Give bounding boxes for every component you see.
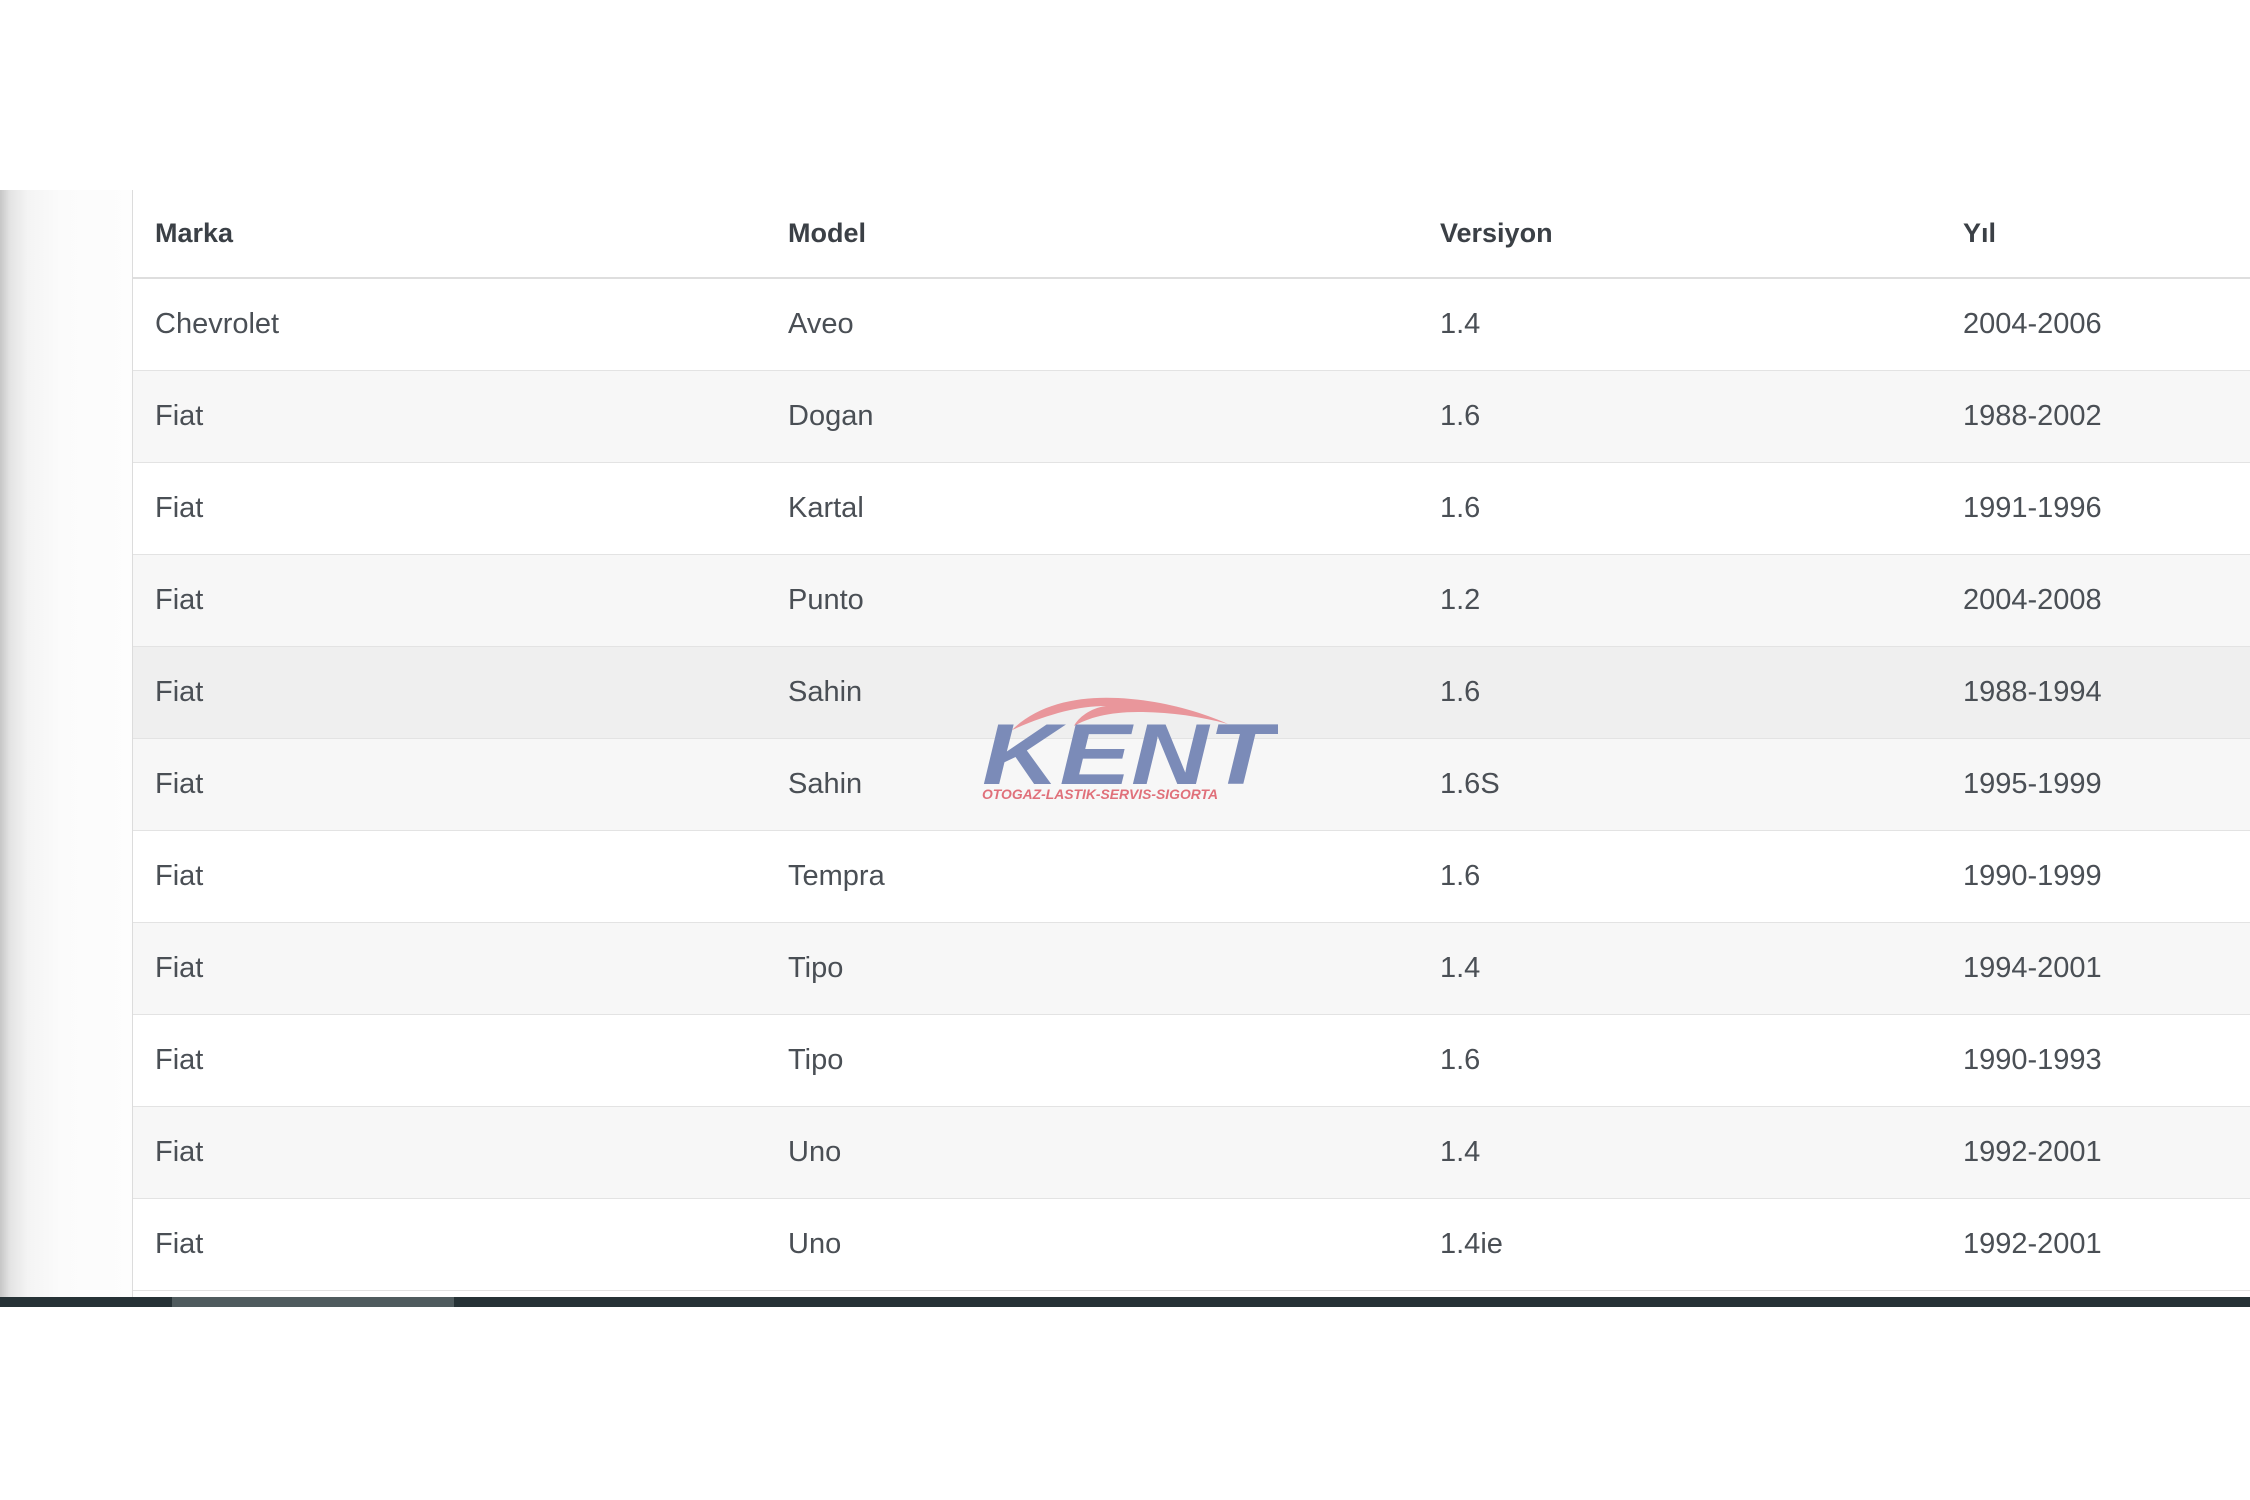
table-cell-model: Kartal	[766, 462, 1418, 555]
table-cell-yil: 1990-1993	[1941, 1014, 2250, 1107]
table-cell-marka: Fiat	[133, 738, 766, 831]
table-row[interactable]: Fiat Kartal 1.6 1991-1996	[133, 462, 2250, 555]
column-header-versiyon: Versiyon	[1418, 190, 1941, 279]
table-cell-versiyon: 1.6	[1418, 370, 1941, 463]
table-cell-versiyon: 1.6	[1418, 462, 1941, 555]
table-cell-yil: 1988-1994	[1941, 646, 2250, 739]
table-cell-marka: Chevrolet	[133, 278, 766, 371]
table-cell-model: Punto	[766, 554, 1418, 647]
table-row[interactable]: Fiat Uno 1.4ie 1992-2001	[133, 1198, 2250, 1291]
table-cell-model: Aveo	[766, 278, 1418, 371]
table-cell-model: Dogan	[766, 370, 1418, 463]
table-row[interactable]: Fiat Dogan 1.6 1988-2002	[133, 370, 2250, 463]
table-cell-marka: Fiat	[133, 1106, 766, 1199]
table-cell-marka: Fiat	[133, 922, 766, 1015]
table-cell-versiyon: 1.2	[1418, 554, 1941, 647]
table-header-row: Marka Model Versiyon Yıl	[133, 190, 2250, 279]
table-cell-model: Uno	[766, 1198, 1418, 1291]
table-cell-yil: 1991-1996	[1941, 462, 2250, 555]
table-row[interactable]: Fiat Tipo 1.4 1994-2001	[133, 922, 2250, 1015]
table-cell-versiyon: 1.6	[1418, 1014, 1941, 1107]
column-header-model: Model	[766, 190, 1418, 279]
table-cell-yil: 1995-1999	[1941, 738, 2250, 831]
table-row[interactable]: Fiat Uno 1.4 1992-2001	[133, 1106, 2250, 1199]
table-cell-marka: Fiat	[133, 1014, 766, 1107]
table-cell-versiyon: 1.4	[1418, 1106, 1941, 1199]
table-row[interactable]: Chevrolet Aveo 1.4 2004-2006	[133, 278, 2250, 371]
table-cell-marka: Fiat	[133, 646, 766, 739]
table-cell-model: Tipo	[766, 1014, 1418, 1107]
table-cell-marka: Fiat	[133, 462, 766, 555]
kent-watermark-logo: KENT OTOGAZ-LASTIK-SERVIS-SIGORTA	[978, 690, 1278, 805]
table-cell-model: Tipo	[766, 922, 1418, 1015]
table-cell-versiyon: 1.6	[1418, 830, 1941, 923]
table-row[interactable]: Fiat Punto 1.2 2004-2008	[133, 554, 2250, 647]
column-header-marka: Marka	[133, 190, 766, 279]
page-left-shadow	[0, 190, 132, 1302]
table-cell-versiyon: 1.4	[1418, 278, 1941, 371]
brand-tagline: OTOGAZ-LASTIK-SERVIS-SIGORTA	[982, 786, 1218, 802]
table-cell-model: Tempra	[766, 830, 1418, 923]
table-cell-model: Uno	[766, 1106, 1418, 1199]
table-cell-marka: Fiat	[133, 830, 766, 923]
table-cell-yil: 1994-2001	[1941, 922, 2250, 1015]
horizontal-scrollbar[interactable]	[0, 1297, 2250, 1307]
table-cell-yil: 1990-1999	[1941, 830, 2250, 923]
table-row[interactable]: Fiat Tempra 1.6 1990-1999	[133, 830, 2250, 923]
kent-logo-graphic: KENT OTOGAZ-LASTIK-SERVIS-SIGORTA	[982, 697, 1278, 803]
horizontal-scrollbar-thumb[interactable]	[172, 1297, 454, 1307]
table-cell-versiyon: 1.6	[1418, 646, 1941, 739]
column-header-yil: Yıl	[1941, 190, 2250, 279]
table-row[interactable]: Fiat Tipo 1.6 1990-1993	[133, 1014, 2250, 1107]
table-cell-marka: Fiat	[133, 554, 766, 647]
table-cell-yil: 1992-2001	[1941, 1106, 2250, 1199]
table-cell-yil: 1992-2001	[1941, 1198, 2250, 1291]
table-cell-versiyon: 1.6S	[1418, 738, 1941, 831]
table-cell-yil: 2004-2008	[1941, 554, 2250, 647]
table-cell-yil: 1988-2002	[1941, 370, 2250, 463]
table-cell-yil: 2004-2006	[1941, 278, 2250, 371]
table-cell-versiyon: 1.4ie	[1418, 1198, 1941, 1291]
table-cell-marka: Fiat	[133, 370, 766, 463]
table-cell-marka: Fiat	[133, 1198, 766, 1291]
table-cell-versiyon: 1.4	[1418, 922, 1941, 1015]
